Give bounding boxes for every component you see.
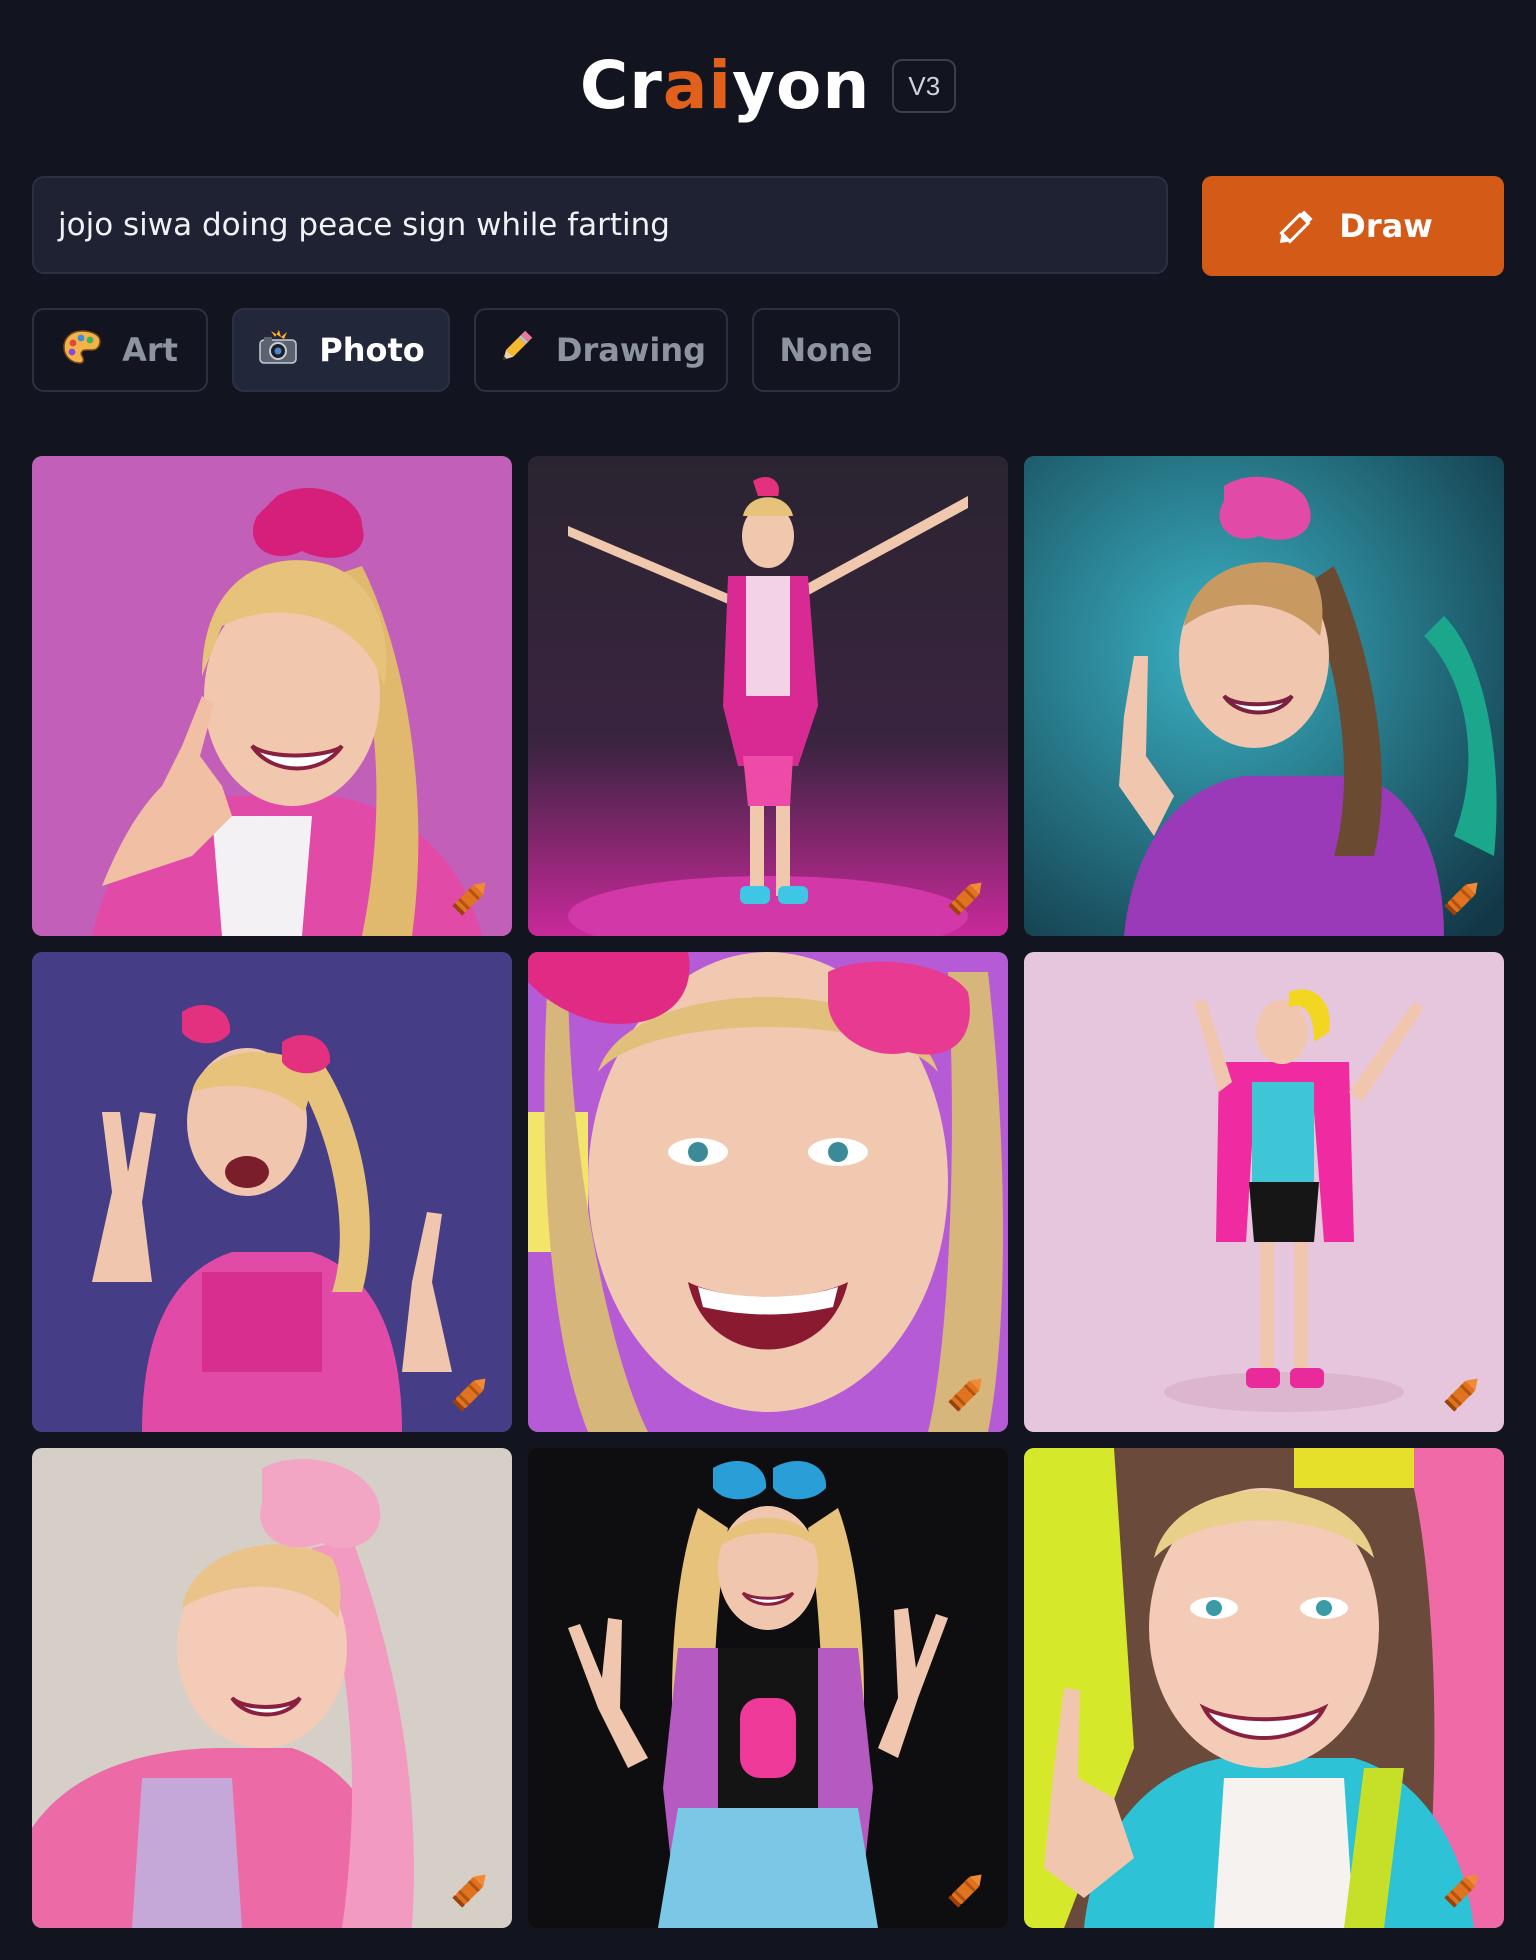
result-image-7[interactable] <box>32 1448 512 1928</box>
prompt-text[interactable]: jojo siwa doing peace sign while farting <box>58 207 670 243</box>
crayon-icon <box>446 1370 494 1418</box>
result-image-3[interactable] <box>1024 456 1504 936</box>
header: Craiyon V3 <box>0 46 1536 126</box>
style-chip-label: Photo <box>319 331 425 369</box>
crayon-icon <box>1438 1866 1486 1914</box>
craiyon-logo[interactable]: Craiyon <box>580 53 871 119</box>
pencil-icon <box>1273 202 1321 250</box>
result-image-1-picture <box>32 456 512 936</box>
result-image-7-picture <box>32 1448 512 1928</box>
result-image-1[interactable] <box>32 456 512 936</box>
result-image-8-picture <box>528 1448 1008 1928</box>
crayon-icon <box>446 1866 494 1914</box>
result-image-6[interactable] <box>1024 952 1504 1432</box>
crayon-icon <box>1438 874 1486 922</box>
version-badge: V3 <box>892 59 957 113</box>
draw-button[interactable]: Draw <box>1202 176 1504 276</box>
result-image-5-picture <box>528 952 1008 1432</box>
result-image-5[interactable] <box>528 952 1008 1432</box>
result-image-3-picture <box>1024 456 1504 936</box>
style-chip-label: None <box>779 331 873 369</box>
pencil-icon <box>496 327 536 373</box>
style-chip-label: Art <box>122 331 178 369</box>
crayon-icon <box>1438 1370 1486 1418</box>
style-chip-none[interactable]: None <box>752 308 900 392</box>
result-image-4-picture <box>32 952 512 1432</box>
camera-flash-icon <box>257 329 299 371</box>
crayon-icon <box>942 1370 990 1418</box>
result-image-9-picture <box>1024 1448 1504 1928</box>
result-image-9[interactable] <box>1024 1448 1504 1928</box>
palette-icon <box>62 329 102 371</box>
crayon-icon <box>942 874 990 922</box>
draw-button-label: Draw <box>1339 207 1433 245</box>
crayon-icon <box>942 1866 990 1914</box>
crayon-icon <box>446 874 494 922</box>
style-chip-photo[interactable]: Photo <box>232 308 450 392</box>
result-image-8[interactable] <box>528 1448 1008 1928</box>
style-chip-label: Drawing <box>555 331 707 369</box>
result-image-2-picture <box>528 456 1008 936</box>
style-chip-art[interactable]: Art <box>32 308 208 392</box>
prompt-input[interactable]: jojo siwa doing peace sign while farting <box>32 176 1168 274</box>
style-chip-drawing[interactable]: Drawing <box>474 308 728 392</box>
result-image-4[interactable] <box>32 952 512 1432</box>
result-image-2[interactable] <box>528 456 1008 936</box>
result-image-6-picture <box>1024 952 1504 1432</box>
